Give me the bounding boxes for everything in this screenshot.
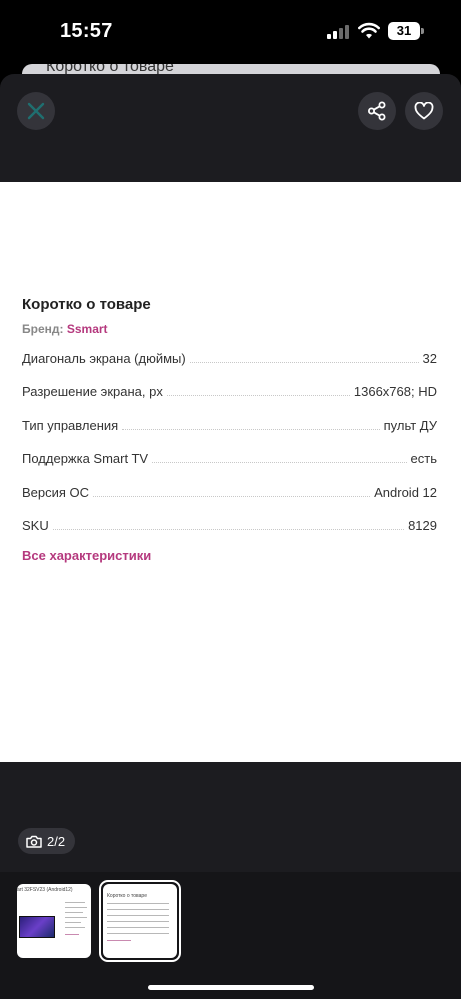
- thumbnail-line: [107, 915, 169, 916]
- spec-value: 8129: [408, 518, 437, 533]
- spec-value: 32: [422, 351, 437, 366]
- image-counter-text: 2/2: [47, 833, 66, 849]
- heart-icon: [414, 102, 434, 120]
- spec-value: 1366x768; HD: [353, 384, 437, 399]
- spec-row: Диагональ экрана (дюймы) 32: [22, 348, 437, 366]
- spec-leader: [52, 529, 405, 530]
- spec-row: Версия ОС Android 12: [22, 482, 437, 500]
- thumbnail-line: [107, 940, 131, 941]
- spec-leader: [166, 395, 350, 396]
- spec-row: Разрешение экрана, px 1366x768; HD: [22, 381, 437, 399]
- thumbnail-line: [65, 912, 83, 913]
- spec-name: Версия ОС: [22, 485, 90, 500]
- status-bar: 15:57 31: [0, 0, 461, 62]
- image-gallery-modal: Коротко о товаре Бренд: Ssmart Диагональ…: [0, 74, 461, 999]
- spec-value: пульт ДУ: [383, 418, 437, 433]
- spec-row: SKU 8129: [22, 515, 437, 533]
- thumbnail-line: [107, 933, 169, 934]
- favorite-button[interactable]: [405, 92, 443, 130]
- thumbnail-line: [65, 922, 81, 923]
- tv-image: [19, 916, 55, 938]
- status-time: 15:57: [60, 20, 113, 42]
- spec-name: Тип управления: [22, 418, 119, 433]
- card-title: Коротко о товаре: [22, 296, 151, 313]
- thumbnail-line: [107, 909, 169, 910]
- close-button[interactable]: [17, 92, 55, 130]
- thumbnail-line: [65, 934, 79, 935]
- all-specs-link: Все характеристики: [22, 548, 152, 563]
- thumbnail-2[interactable]: Коротко о товаре: [103, 884, 177, 958]
- thumbnail-strip: art 32FSV23 (Android12) Коротко о товаре: [0, 872, 461, 999]
- spec-value: есть: [410, 451, 437, 466]
- brand-value: Ssmart: [66, 322, 108, 336]
- spec-name: Разрешение экрана, px: [22, 384, 163, 399]
- brand-row: Бренд: Ssmart: [22, 322, 108, 336]
- brand-label: Бренд:: [22, 322, 64, 336]
- close-icon: [27, 102, 45, 120]
- thumbnail-line: [107, 921, 169, 922]
- battery-tip: [421, 28, 424, 34]
- spec-leader: [93, 496, 371, 497]
- cellular-signal-icon: [327, 25, 351, 39]
- thumbnail-caption: Коротко о товаре: [107, 893, 147, 899]
- share-icon: [368, 101, 386, 121]
- spec-name: SKU: [22, 518, 49, 533]
- thumbnail-line: [65, 917, 87, 918]
- thumbnail-line: [107, 927, 169, 928]
- thumbnail-line: [107, 903, 169, 904]
- spec-name: Поддержка Smart TV: [22, 451, 149, 466]
- camera-icon: [26, 835, 42, 848]
- thumbnail-1[interactable]: art 32FSV23 (Android12): [17, 884, 91, 958]
- battery-indicator: 31: [388, 22, 420, 40]
- thumbnail-line: [65, 927, 85, 928]
- spec-leader: [122, 429, 380, 430]
- spec-name: Диагональ экрана (дюймы): [22, 351, 186, 366]
- home-indicator[interactable]: [148, 985, 314, 990]
- spec-row: Поддержка Smart TV есть: [22, 448, 437, 466]
- gallery-image[interactable]: Коротко о товаре Бренд: Ssmart Диагональ…: [0, 182, 461, 762]
- spec-value: Android 12: [374, 485, 437, 500]
- spec-leader: [152, 462, 407, 463]
- thumbnail-line: [65, 907, 87, 908]
- thumbnail-caption: art 32FSV23 (Android12): [17, 887, 73, 893]
- spec-leader: [189, 362, 419, 363]
- share-button[interactable]: [358, 92, 396, 130]
- image-counter: 2/2: [18, 828, 75, 854]
- wifi-icon: [358, 22, 380, 39]
- thumbnail-line: [65, 902, 85, 903]
- spec-row: Тип управления пульт ДУ: [22, 415, 437, 433]
